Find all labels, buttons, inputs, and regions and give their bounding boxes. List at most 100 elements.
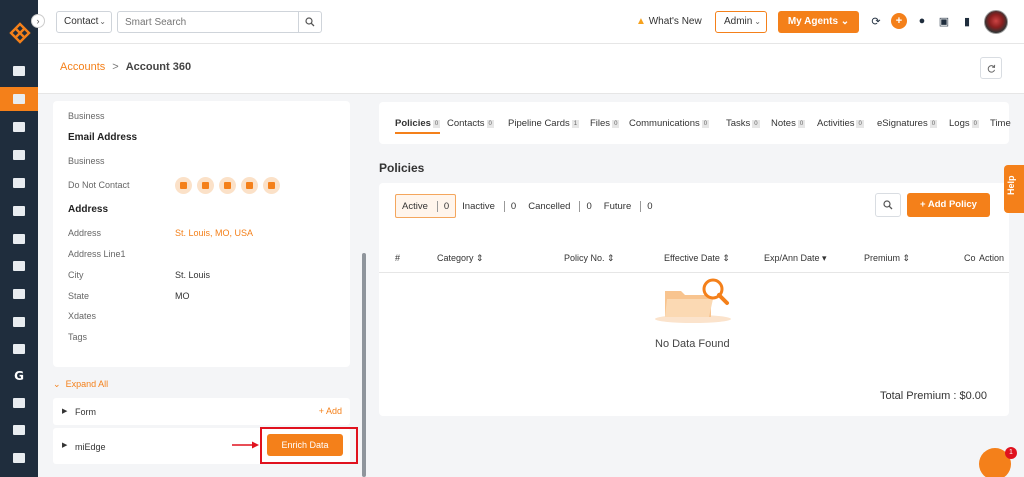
- tab-tasks[interactable]: Tasks 0: [726, 118, 760, 129]
- megaphone-icon[interactable]: [0, 254, 38, 278]
- sync-icon[interactable]: ⟳: [869, 14, 883, 28]
- column-header-category[interactable]: Category ⇕: [437, 253, 484, 264]
- calculator-icon[interactable]: [0, 391, 38, 415]
- miedge-section-label: miEdge: [75, 442, 106, 452]
- filter-label: Cancelled: [528, 200, 571, 212]
- whats-new-link[interactable]: ▲ What's New: [636, 16, 702, 27]
- tab-logs[interactable]: Logs 0: [949, 118, 979, 129]
- address-book-icon[interactable]: [0, 199, 38, 223]
- tab-notes[interactable]: Notes 0: [771, 118, 806, 129]
- tab-pipeline-cards[interactable]: Pipeline Cards 1: [508, 118, 580, 129]
- google-icon[interactable]: G: [0, 364, 38, 388]
- documents-icon[interactable]: [0, 115, 38, 139]
- field-label: Xdates: [68, 311, 97, 321]
- field-label: Address: [68, 228, 102, 238]
- sun-icon[interactable]: [241, 177, 258, 194]
- list-icon[interactable]: [0, 171, 38, 195]
- expand-all-toggle[interactable]: ⌄ Expand All: [53, 379, 108, 390]
- tab-time[interactable]: Time: [990, 118, 1011, 129]
- column-header-exp-date[interactable]: Exp/Ann Date ▾: [764, 253, 827, 264]
- quick-add-icon[interactable]: +: [891, 13, 907, 29]
- tab-label: Pipeline Cards: [508, 118, 570, 129]
- calendar-icon[interactable]: [0, 418, 38, 442]
- tab-label: eSignatures: [877, 118, 928, 129]
- column-header-policy-no[interactable]: Policy No. ⇕: [564, 253, 615, 264]
- chat-notification-badge: 1: [1005, 447, 1017, 459]
- my-agents-button[interactable]: My Agents ⌄: [778, 11, 859, 33]
- filter-label: Active: [402, 200, 428, 212]
- tab-count: 0: [971, 120, 979, 128]
- funnel-icon[interactable]: [0, 227, 38, 251]
- address-value-link[interactable]: St. Louis, MO, USA: [175, 228, 253, 238]
- field-label: Address Line1: [68, 249, 126, 259]
- empty-folder-icon: [655, 278, 731, 323]
- tab-files[interactable]: Files 0: [590, 118, 620, 129]
- book-icon[interactable]: [0, 282, 38, 306]
- city-value: St. Louis: [175, 270, 211, 280]
- tab-contacts[interactable]: Contacts 0: [447, 118, 494, 129]
- help-label: Help: [1006, 175, 1016, 195]
- tab-label: Contacts: [447, 118, 485, 129]
- email-address-heading: Email Address: [68, 132, 138, 143]
- filter-count: 0: [503, 200, 516, 212]
- breadcrumb: Accounts > Account 360: [60, 61, 191, 73]
- phone-list-icon[interactable]: ▮: [960, 14, 974, 28]
- filter-inactive[interactable]: Inactive 0: [456, 194, 522, 218]
- filter-count: 0: [579, 200, 592, 212]
- column-header-premium[interactable]: Premium ⇕: [864, 253, 910, 264]
- contacts-icon[interactable]: [0, 87, 38, 111]
- phone-icon[interactable]: [219, 177, 236, 194]
- contact-details-card: Business Email Address Business Do Not C…: [53, 101, 350, 367]
- institution-icon[interactable]: [0, 143, 38, 167]
- left-panel-scrollbar[interactable]: [362, 253, 366, 477]
- tab-activities[interactable]: Activities 0: [817, 118, 864, 129]
- chat-icon[interactable]: [197, 177, 214, 194]
- page-header: Accounts > Account 360: [38, 44, 1024, 94]
- tab-count: 0: [856, 120, 864, 128]
- policy-search-button[interactable]: [875, 193, 901, 217]
- bell-icon[interactable]: ●: [915, 14, 929, 28]
- folder-icon[interactable]: [0, 337, 38, 361]
- tab-count: 0: [612, 120, 620, 128]
- add-form-button[interactable]: + Add: [319, 406, 342, 416]
- enrich-data-button[interactable]: Enrich Data: [267, 434, 343, 456]
- business-label: Business: [68, 156, 105, 166]
- column-header-effective-date[interactable]: Effective Date ⇕: [664, 253, 730, 264]
- search-button[interactable]: [298, 11, 322, 33]
- filter-cancelled[interactable]: Cancelled 0: [522, 194, 598, 218]
- filter-active[interactable]: Active 0: [395, 194, 457, 218]
- chip-icon[interactable]: ▣: [937, 14, 951, 28]
- breadcrumb-accounts-link[interactable]: Accounts: [60, 61, 105, 73]
- user-avatar[interactable]: [984, 10, 1008, 34]
- dashboard-icon[interactable]: [0, 59, 38, 83]
- mail-icon[interactable]: [0, 446, 38, 470]
- tab-communications[interactable]: Communications 0: [629, 118, 710, 129]
- search-type-select[interactable]: Contact ⌄: [56, 11, 112, 33]
- tab-label: Notes: [771, 118, 796, 129]
- refresh-button[interactable]: [980, 57, 1002, 79]
- search-icon: [305, 17, 315, 27]
- sidebar-toggle-chevron-icon[interactable]: ›: [31, 14, 45, 28]
- smart-search-input[interactable]: [117, 11, 299, 33]
- tab-policies[interactable]: Policies 0: [395, 118, 441, 134]
- breadcrumb-separator: >: [112, 61, 119, 73]
- role-select[interactable]: Admin ⌄: [715, 11, 767, 33]
- state-value: MO: [175, 291, 190, 301]
- tab-esignatures[interactable]: eSignatures 0: [877, 118, 938, 129]
- page-title: Account 360: [125, 61, 192, 73]
- letter-icon[interactable]: [263, 177, 280, 194]
- refresh-icon: [987, 64, 995, 73]
- flame-icon: ▲: [636, 16, 646, 27]
- column-header-co[interactable]: Co: [964, 253, 976, 263]
- filter-count: 0: [640, 200, 653, 212]
- add-policy-button[interactable]: + Add Policy: [907, 193, 990, 217]
- tab-label: Tasks: [726, 118, 751, 129]
- form-section-row[interactable]: ▶ Form + Add: [53, 398, 350, 425]
- email-icon[interactable]: [175, 177, 192, 194]
- bar-chart-icon[interactable]: [0, 310, 38, 334]
- app-logo[interactable]: [9, 22, 31, 44]
- tab-label: Policies: [395, 118, 431, 129]
- my-agents-label: My Agents: [787, 16, 839, 27]
- help-tab[interactable]: Help: [1004, 165, 1024, 213]
- filter-future[interactable]: Future 0: [598, 194, 659, 218]
